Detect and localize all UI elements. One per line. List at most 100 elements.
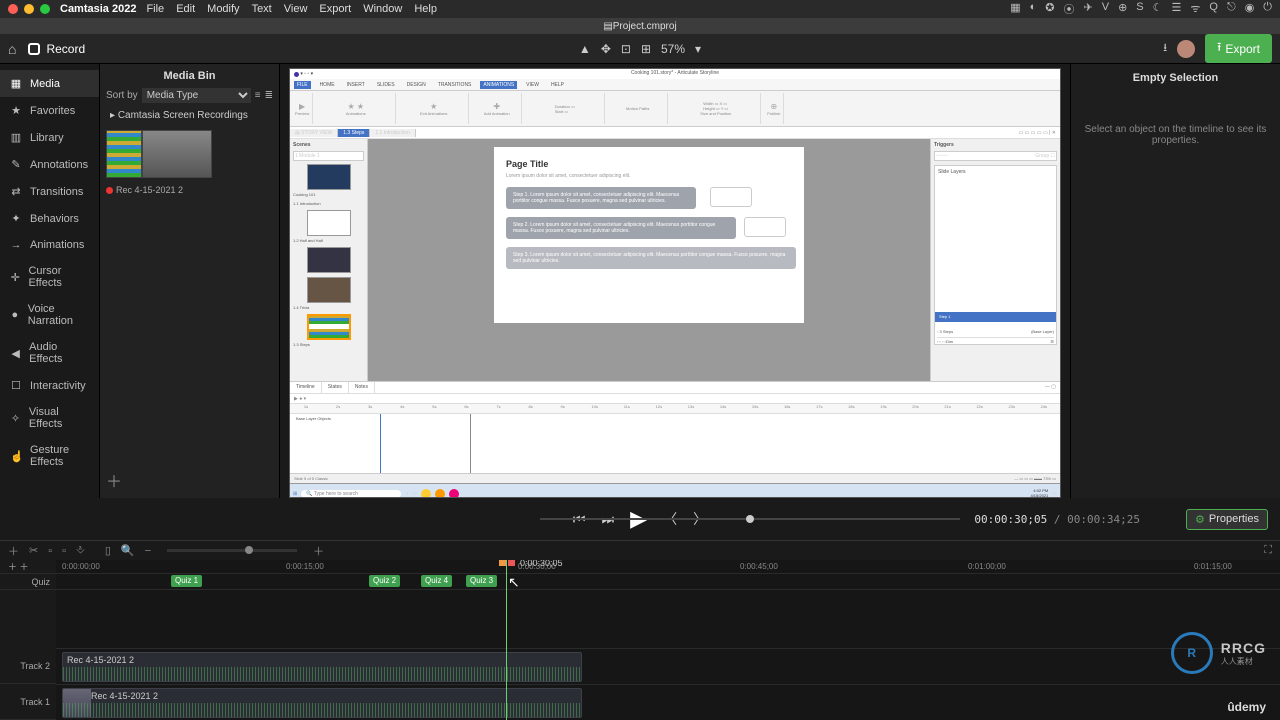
menu-modify[interactable]: Modify xyxy=(207,3,239,15)
sort-select[interactable]: Media Type xyxy=(142,88,251,103)
tl-paste-icon[interactable]: ▫ xyxy=(62,545,66,557)
media-folder[interactable]: ▸ Camtasia Screen Recordings xyxy=(106,107,273,124)
transitions-icon: ⇄ xyxy=(10,185,22,198)
preview-canvas[interactable]: ▾ ▫ ▫ ▾ Cooking 101.story* - Articulate … xyxy=(289,68,1061,498)
tray-icon[interactable]: ◉ xyxy=(1245,1,1255,17)
track-1-label[interactable]: Track 1 xyxy=(0,684,56,720)
tl-copy-icon[interactable]: ▫ xyxy=(48,545,52,557)
tray-icon[interactable]: ◐ xyxy=(1030,1,1037,17)
record-button[interactable]: Record xyxy=(28,42,85,56)
tray-icon[interactable]: V xyxy=(1102,1,1109,17)
magnet-tool-icon[interactable]: ⊞ xyxy=(641,42,651,56)
properties-button[interactable]: ⚙Properties xyxy=(1186,509,1268,530)
quiz-marker[interactable]: Quiz 1 xyxy=(171,575,202,587)
quiz-marker[interactable]: Quiz 2 xyxy=(369,575,400,587)
tray-icon[interactable]: ⎋ xyxy=(1227,1,1236,17)
sl-tl-tab-notes: Notes xyxy=(349,382,375,393)
sidebar-item-interactivity[interactable]: ☐Interactivity xyxy=(0,372,99,399)
crop-tool-icon[interactable]: ⊡ xyxy=(621,42,631,56)
hand-tool-icon[interactable]: ✥ xyxy=(601,42,611,56)
export-button[interactable]: ⭱Export xyxy=(1205,34,1272,63)
document-titlebar: ▤ Project.cmproj xyxy=(0,18,1280,34)
sidebar-item-gesture-effects[interactable]: ☝Gesture Effects xyxy=(0,437,99,475)
sidebar-item-voice-narration[interactable]: ●Voice Narration xyxy=(0,296,99,334)
menu-window[interactable]: Window xyxy=(363,3,402,15)
canvas-tool-group: ▲ ✥ ⊡ ⊞ 57% ▾ xyxy=(579,42,701,56)
zoom-dropdown-icon[interactable]: ▾ xyxy=(695,42,701,56)
fullscreen-dot[interactable] xyxy=(40,4,50,14)
user-avatar[interactable] xyxy=(1177,40,1195,58)
sort-opt-icon[interactable]: ≡ xyxy=(255,90,261,101)
sidebar-item-transitions[interactable]: ⇄Transitions xyxy=(0,178,99,205)
tl-cut-icon[interactable]: ✂ xyxy=(29,544,38,557)
sidebar-item-audio-effects[interactable]: ◀Audio Effects xyxy=(0,334,99,372)
tray-icon[interactable]: ☰ xyxy=(1172,1,1182,17)
sidebar-item-animations[interactable]: →Animations xyxy=(0,232,99,258)
sidebar-item-library[interactable]: ▥Library xyxy=(0,124,99,151)
menu-help[interactable]: Help xyxy=(414,3,437,15)
track-1-row[interactable]: Rec 4-15-2021 2 xyxy=(56,684,1280,720)
tray-icon[interactable]: ▦ xyxy=(1010,1,1020,17)
tl-zoom-timeline-icon[interactable]: ▯ xyxy=(105,544,111,557)
menu-view[interactable]: View xyxy=(284,3,308,15)
menu-text[interactable]: Text xyxy=(252,3,272,15)
sidebar-item-visual-effects[interactable]: ✧Visual Effects xyxy=(0,399,99,437)
sidebar-item-annotations[interactable]: ✎Annotations xyxy=(0,151,99,178)
window-traffic-lights[interactable] xyxy=(8,4,50,14)
tray-icon[interactable]: ⊕ xyxy=(1118,1,1127,17)
media-thumb[interactable]: Rec 4-15-2021 2 xyxy=(106,130,273,195)
sl-ribbon: FILE HOME INSERT SLIDES DESIGN TRANSITIO… xyxy=(290,79,1060,91)
sl-tl-tab-states: States xyxy=(322,382,349,393)
tracks-area[interactable]: 0:00:00;00 0:00:15;00 0:00:30;00 0:00:45… xyxy=(56,560,1280,720)
tl-split-icon[interactable]: ⎀ xyxy=(76,544,85,557)
zoom-level[interactable]: 57% xyxy=(661,42,685,56)
tray-icon[interactable]: ☾ xyxy=(1153,1,1163,17)
track-2-label[interactable]: Track 2 xyxy=(0,648,56,684)
sl-right-panel: Triggers ▫▫▫▫▫▫▫Group ☐ Slide Layers Ste… xyxy=(930,139,1060,381)
playhead[interactable]: 0:00:30;05 xyxy=(506,560,507,720)
sl-status-bar: Slide 5 of 5 Classic— ▭ ▭ ▭ ▬▬ 73% ▭ xyxy=(290,473,1060,483)
menu-export[interactable]: Export xyxy=(319,3,351,15)
quiz-row[interactable]: Quiz 1 Quiz 2 Quiz 4 Quiz 3 xyxy=(56,574,1280,590)
tray-icon[interactable]: Q xyxy=(1209,1,1218,17)
download-icon[interactable]: ⭳ xyxy=(1163,39,1167,58)
select-tool-icon[interactable]: ▲ xyxy=(579,42,591,56)
tray-icon[interactable]: ⦿ xyxy=(1064,1,1075,17)
timeline-tools: ＋ ✂ ▫ ▫ ⎀ ▯ 🔍 − ＋ ⛶ xyxy=(0,541,1280,560)
tray-icon[interactable]: ✈ xyxy=(1084,1,1093,17)
props-title: Empty Selection xyxy=(1079,72,1272,84)
tl-zoom-minus-icon[interactable]: − xyxy=(145,545,151,557)
sort-opt-icon[interactable]: ≣ xyxy=(265,90,273,101)
add-media-button[interactable]: ＋ xyxy=(106,468,273,492)
play-scrubber[interactable] xyxy=(540,518,960,520)
minimize-dot[interactable] xyxy=(24,4,34,14)
track-2-row[interactable]: Rec 4-15-2021 2 xyxy=(56,648,1280,684)
sidebar-item-cursor-effects[interactable]: ✛Cursor Effects xyxy=(0,258,99,296)
tl-zoom-out-icon[interactable]: 🔍 xyxy=(121,544,135,557)
quiz-marker[interactable]: Quiz 3 xyxy=(466,575,497,587)
tray-icon[interactable]: ✪ xyxy=(1045,1,1054,17)
sidebar-item-favorites[interactable]: ★Favorites xyxy=(0,97,99,124)
quiz-marker[interactable]: Quiz 4 xyxy=(421,575,452,587)
cursor-icon: ✛ xyxy=(10,271,20,284)
close-dot[interactable] xyxy=(8,4,18,14)
sl-scenes-header: Scenes xyxy=(293,142,364,148)
tray-icon[interactable]: ᯤ xyxy=(1190,1,1200,17)
tray-icon[interactable]: ⏻ xyxy=(1263,1,1272,17)
timeline-ruler[interactable]: 0:00:00;00 0:00:15;00 0:00:30;00 0:00:45… xyxy=(56,560,1280,574)
zoom-slider[interactable] xyxy=(167,549,297,552)
sidebar-item-media[interactable]: ▦Media xyxy=(0,70,99,97)
sidebar-item-behaviors[interactable]: ✦Behaviors xyxy=(0,205,99,232)
tray-icon[interactable]: S xyxy=(1136,1,1143,17)
clip-track-1[interactable]: Rec 4-15-2021 2 xyxy=(62,688,582,718)
sl-page: Page Title Lorem ipsum dolor sit amet, c… xyxy=(494,147,804,323)
tl-fullscreen-icon[interactable]: ⛶ xyxy=(1264,544,1272,557)
mac-menu-bar: Camtasia 2022 File Edit Modify Text View… xyxy=(0,0,1280,18)
add-track-header[interactable]: ＋ ＋ xyxy=(0,560,56,574)
menu-file[interactable]: File xyxy=(146,3,164,15)
clip-track-2[interactable]: Rec 4-15-2021 2 xyxy=(62,652,582,682)
tl-add-track-icon[interactable]: ＋ xyxy=(8,543,19,559)
menu-edit[interactable]: Edit xyxy=(176,3,195,15)
tl-zoom-plus-icon[interactable]: ＋ xyxy=(313,543,324,559)
home-icon[interactable]: ⌂ xyxy=(8,41,16,57)
